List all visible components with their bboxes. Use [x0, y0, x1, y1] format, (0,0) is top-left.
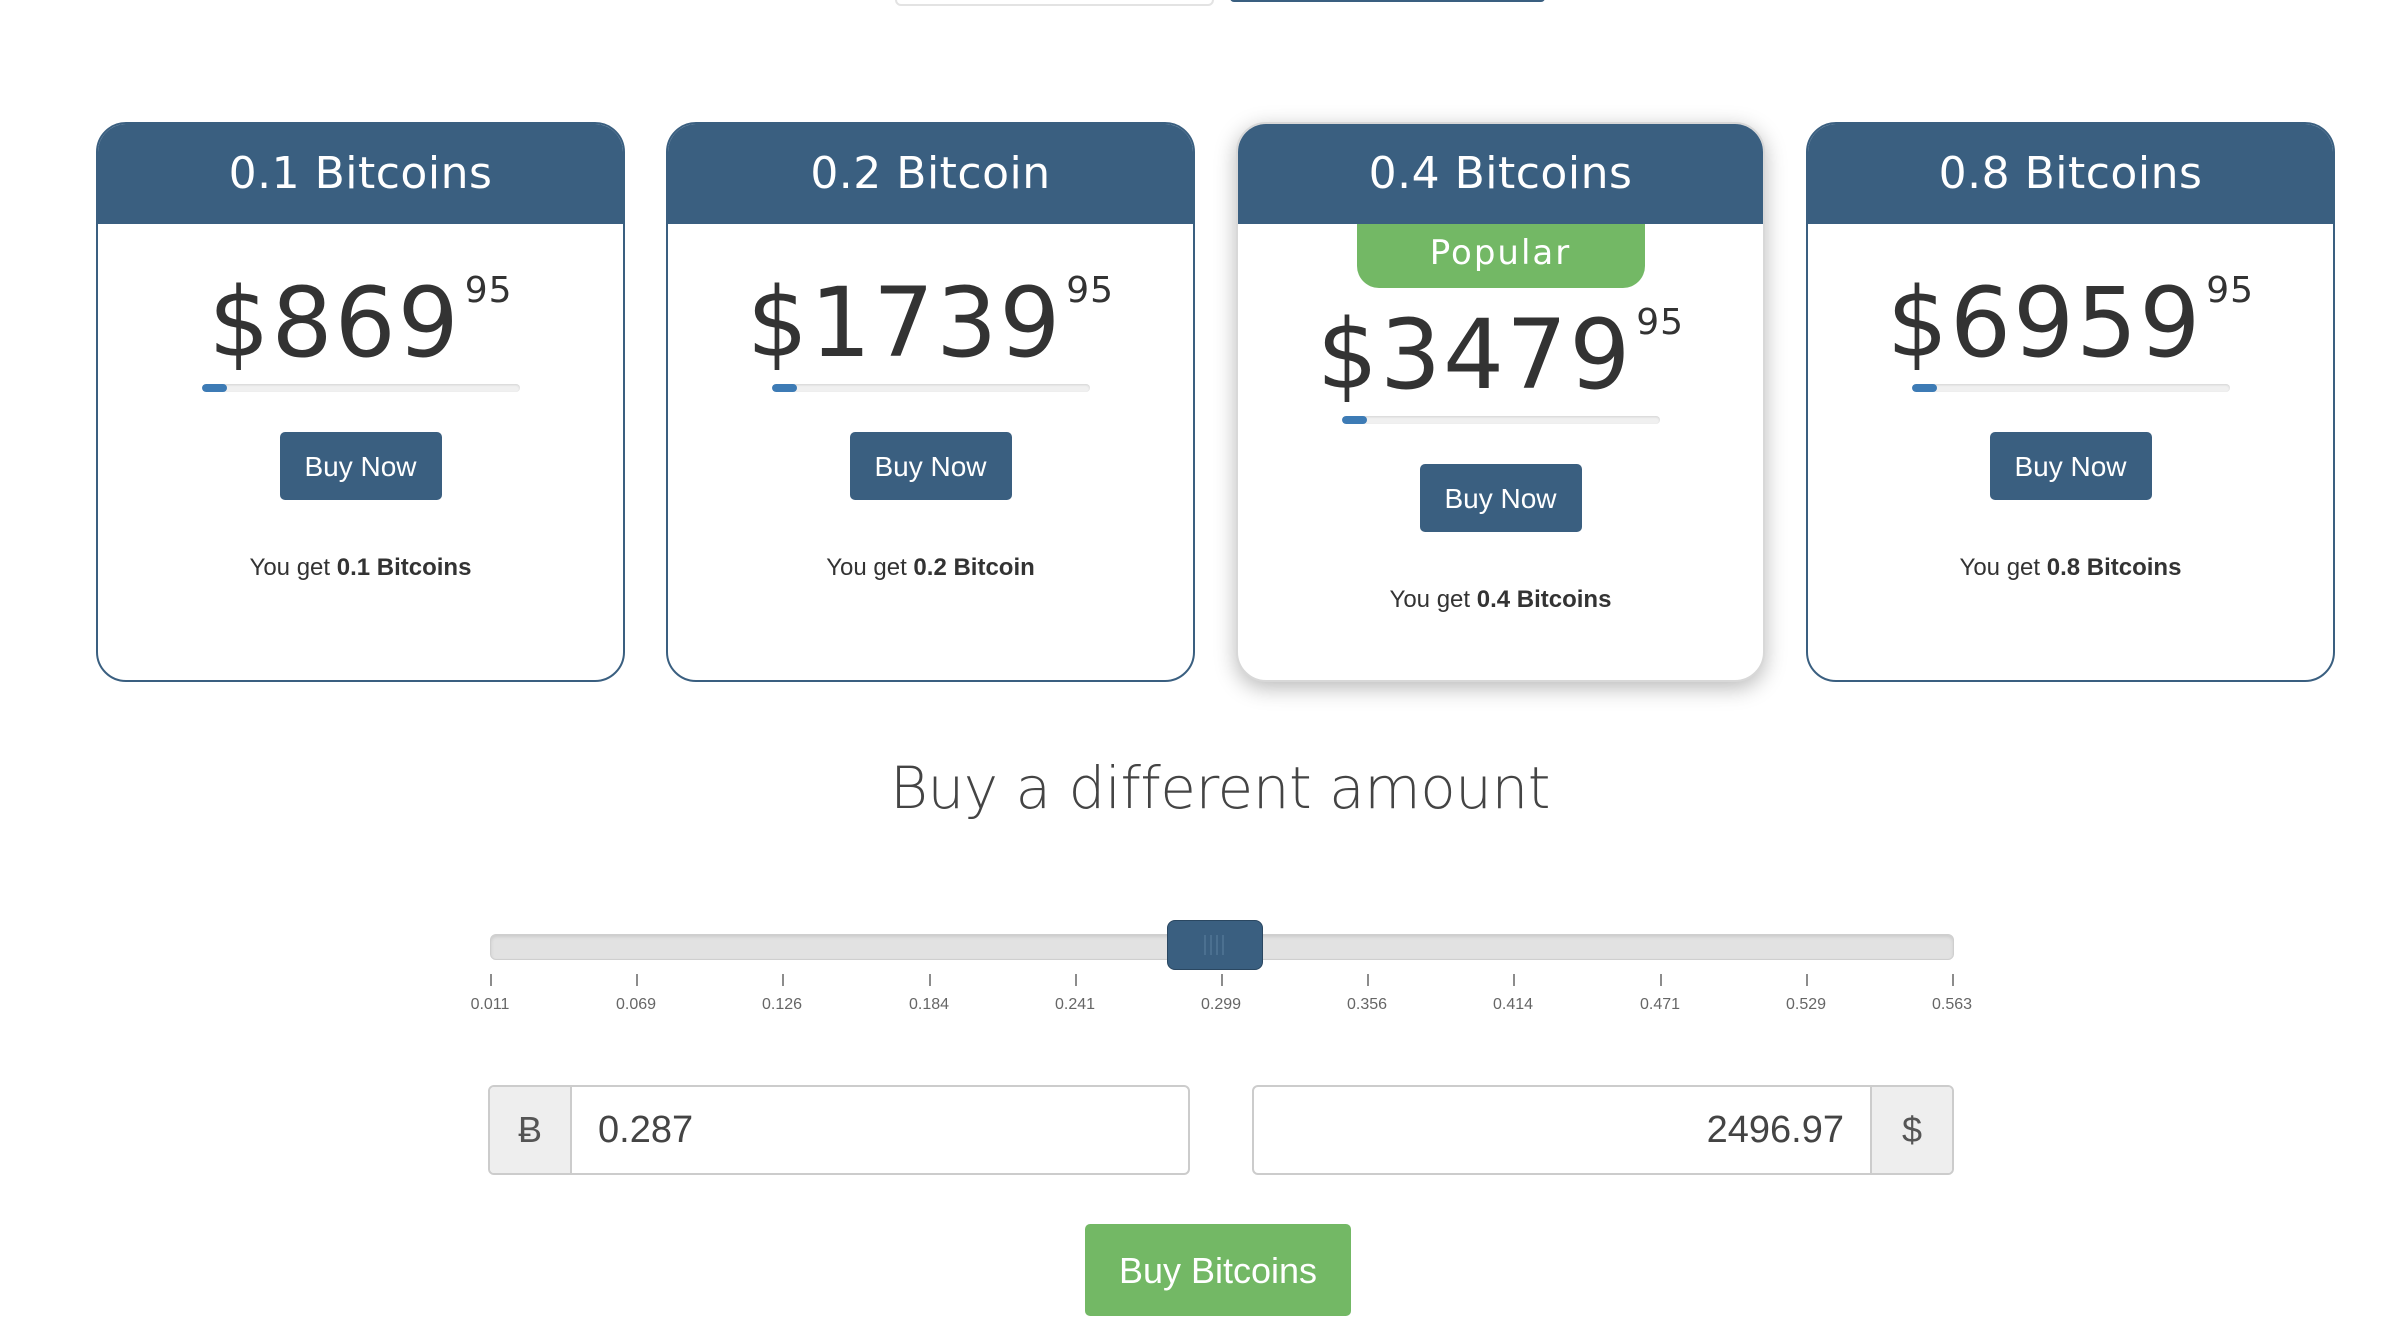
slider-tick-label: 0.069 [615, 996, 657, 1013]
you-get-amount: 0.8 Bitcoins [2046, 554, 2182, 581]
usd-input-group: $ [1252, 1085, 1954, 1175]
buy-now-button[interactable]: Buy Now [849, 432, 1012, 500]
price-main: $3479 [1316, 299, 1633, 411]
price-cents: 95 [464, 270, 513, 311]
usd-amount-input[interactable] [1254, 1087, 1870, 1173]
slider-tick [490, 974, 492, 986]
plan-card-0-2: 0.2 Bitcoin $1739 95 Buy Now You get 0.2 … [666, 122, 1195, 682]
bitcoin-symbol-icon: Ƀ [490, 1087, 572, 1173]
top-nav-remnant-right[interactable] [1230, 0, 1545, 2]
slider-tick-label: 0.563 [1931, 996, 1973, 1013]
slider-tick [1952, 974, 1954, 986]
plan-progress-fill [201, 384, 227, 392]
slider-tick-label: 0.414 [1492, 996, 1534, 1013]
slider-tick-label: 0.184 [908, 996, 950, 1013]
plan-card-0-8: 0.8 Bitcoins $6959 95 Buy Now You get 0.8… [1806, 122, 2335, 682]
slider-tick [1367, 974, 1369, 986]
section-title-different-amount: Buy a different amount [890, 754, 1550, 822]
slider-tick [782, 974, 784, 986]
plan-price: $1739 95 [668, 268, 1193, 378]
slider-tick [1513, 974, 1515, 986]
slider-tick-label: 0.356 [1346, 996, 1388, 1013]
slider-tick-label: 0.241 [1054, 996, 1096, 1013]
you-get-amount: 0.2 Bitcoin [913, 554, 1035, 581]
price-cents: 95 [1066, 270, 1115, 311]
you-get-text: You get 0.1 Bitcoins [98, 554, 623, 582]
plan-price: $3479 95 [1238, 300, 1763, 410]
you-get-prefix: You get [249, 554, 331, 581]
slider-tick-label: 0.126 [761, 996, 803, 1013]
slider-tick [1221, 974, 1223, 986]
plan-card-0-1: 0.1 Bitcoins $869 95 Buy Now You get 0.1 … [96, 122, 625, 682]
you-get-prefix: You get [1389, 586, 1471, 613]
price-main: $6959 [1886, 267, 2203, 379]
plan-progress-bar [201, 384, 520, 392]
buy-bitcoins-button[interactable]: Buy Bitcoins [1085, 1224, 1351, 1316]
you-get-text: You get 0.4 Bitcoins [1238, 586, 1763, 614]
you-get-text: You get 0.2 Bitcoin [668, 554, 1193, 582]
popular-badge: Popular [1356, 224, 1645, 288]
slider-tick-label: 0.011 [470, 996, 510, 1013]
dollar-symbol-icon: $ [1870, 1087, 1952, 1173]
you-get-amount: 0.4 Bitcoins [1476, 586, 1612, 613]
amount-slider-handle[interactable] [1167, 920, 1263, 970]
grip-icon [1204, 935, 1228, 955]
plan-title: 0.8 Bitcoins [1808, 124, 2333, 224]
buy-now-button[interactable]: Buy Now [1419, 464, 1582, 532]
plan-price: $869 95 [98, 268, 623, 378]
you-get-prefix: You get [1959, 554, 2041, 581]
slider-tick-label: 0.529 [1785, 996, 1827, 1013]
slider-tick [929, 974, 931, 986]
plan-progress-fill [1341, 416, 1367, 424]
plan-title: 0.4 Bitcoins [1238, 124, 1763, 224]
buy-now-button[interactable]: Buy Now [1989, 432, 2152, 500]
plan-progress-bar [1911, 384, 2230, 392]
price-cents: 95 [1636, 302, 1685, 343]
plan-progress-bar [1341, 416, 1660, 424]
plan-progress-bar [771, 384, 1090, 392]
buy-now-button[interactable]: Buy Now [279, 432, 442, 500]
you-get-amount: 0.1 Bitcoins [336, 554, 472, 581]
plan-progress-fill [1911, 384, 1937, 392]
price-main: $869 [208, 267, 461, 379]
slider-tick-label: 0.471 [1639, 996, 1681, 1013]
slider-tick [1075, 974, 1077, 986]
price-cents: 95 [2206, 270, 2255, 311]
plan-progress-fill [771, 384, 797, 392]
btc-amount-input[interactable] [572, 1087, 1188, 1173]
you-get-text: You get 0.8 Bitcoins [1808, 554, 2333, 582]
pricing-page: 0.1 Bitcoins $869 95 Buy Now You get 0.1 … [0, 0, 2390, 1322]
plan-card-0-4: 0.4 Bitcoins Popular $3479 95 Buy Now You… [1236, 122, 1765, 682]
slider-tick-label: 0.299 [1200, 996, 1242, 1013]
price-main: $1739 [746, 267, 1063, 379]
slider-tick [1660, 974, 1662, 986]
plan-title: 0.2 Bitcoin [668, 124, 1193, 224]
plan-title: 0.1 Bitcoins [98, 124, 623, 224]
you-get-prefix: You get [826, 554, 907, 581]
slider-tick [1806, 974, 1808, 986]
btc-input-group: Ƀ [488, 1085, 1190, 1175]
top-nav-remnant-left[interactable] [895, 0, 1214, 6]
plan-price: $6959 95 [1808, 268, 2333, 378]
slider-tick [636, 974, 638, 986]
